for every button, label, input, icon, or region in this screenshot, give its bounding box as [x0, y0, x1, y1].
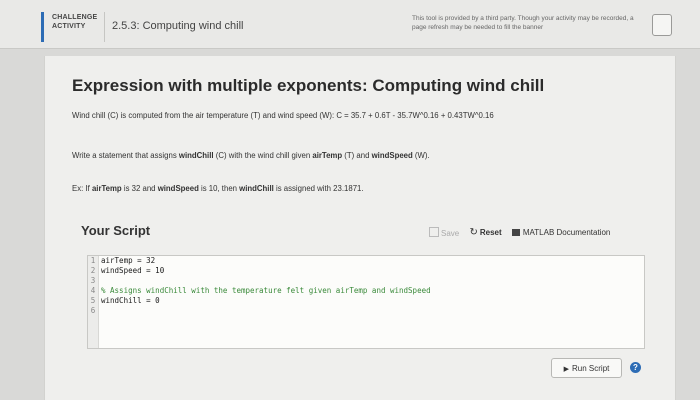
var-windspeed: windSpeed — [371, 151, 413, 160]
book-icon — [511, 229, 520, 236]
script-toolbar: Save ↻ Reset MATLAB Documentation — [421, 227, 610, 238]
code-line[interactable]: 5 windChill = 0 — [88, 296, 644, 306]
instruction-part: (W). — [412, 151, 430, 160]
activity-card: Expression with multiple exponents: Comp… — [44, 56, 676, 400]
completion-checkbox[interactable] — [652, 14, 672, 36]
play-icon: ▶ — [563, 366, 570, 373]
code-comment[interactable]: % Assigns windChill with the temperature… — [98, 286, 431, 296]
save-label: Save — [441, 229, 460, 238]
example-part: Ex: If — [72, 184, 92, 193]
code-line[interactable]: 2 windSpeed = 10 — [88, 266, 644, 276]
line-number: 6 — [90, 306, 96, 315]
challenge-activity-label: CHALLENGE ACTIVITY — [52, 13, 100, 31]
code-text[interactable]: windSpeed = 10 — [98, 266, 164, 276]
var-airtemp: airTemp — [91, 184, 122, 193]
line-number: 2 — [90, 266, 96, 275]
var-windchill: windChill — [239, 184, 274, 193]
example-part: is assigned with 23.1871. — [273, 184, 364, 193]
run-label: Run Script — [572, 364, 610, 373]
code-line[interactable]: 6 — [88, 306, 644, 316]
instruction-part: (T) and — [342, 151, 372, 160]
label-line-2: ACTIVITY — [52, 23, 86, 30]
save-button[interactable]: Save — [429, 227, 459, 238]
var-airtemp: airTemp — [312, 151, 343, 160]
line-number: 5 — [90, 296, 96, 305]
docs-label: MATLAB Documentation — [522, 228, 611, 237]
reset-label: Reset — [479, 228, 502, 237]
activity-header: CHALLENGE ACTIVITY 2.5.3: Computing wind… — [0, 0, 700, 49]
var-windchill: windChill — [178, 151, 214, 160]
code-line[interactable]: 4% Assigns windChill with the temperatur… — [88, 286, 644, 296]
instruction-part: (C) with the wind chill given — [213, 151, 313, 160]
run-script-button[interactable]: ▶ Run Script — [551, 358, 622, 378]
header-accent-bar — [41, 12, 44, 42]
line-number: 3 — [90, 276, 96, 285]
matlab-documentation-link[interactable]: MATLAB Documentation — [511, 228, 611, 237]
instruction-part: Write a statement that assigns — [72, 151, 179, 160]
activity-title: 2.5.3: Computing wind chill — [112, 20, 244, 32]
reset-icon: ↻ — [469, 227, 478, 238]
example-part: is 10, then — [198, 184, 240, 193]
example-part: is 32 and — [121, 184, 158, 193]
code-line[interactable]: 3 — [88, 276, 644, 286]
line-number: 1 — [90, 256, 96, 265]
code-editor[interactable]: 1 airTemp = 32 2 windSpeed = 10 3 4% Assig… — [87, 255, 645, 349]
label-line-1: CHALLENGE — [52, 14, 98, 21]
problem-title: Expression with multiple exponents: Comp… — [72, 76, 545, 95]
save-icon — [429, 227, 439, 237]
formula-description: Wind chill (C) is computed from the air … — [72, 111, 494, 120]
reset-button[interactable]: ↻ Reset — [469, 227, 501, 238]
line-number: 4 — [90, 286, 96, 295]
help-icon[interactable]: ? — [630, 362, 641, 373]
code-text[interactable]: windChill = 0 — [98, 296, 160, 306]
var-windspeed: windSpeed — [157, 184, 199, 193]
script-heading: Your Script — [81, 223, 151, 238]
third-party-notice: This tool is provided by a third party. … — [412, 15, 634, 31]
instruction-text: Write a statement that assigns windChill… — [72, 151, 430, 160]
example-text: Ex: If airTemp is 32 and windSpeed is 10… — [72, 184, 364, 193]
header-divider — [104, 12, 105, 42]
code-line[interactable]: 1 airTemp = 32 — [88, 256, 644, 266]
code-text[interactable]: airTemp = 32 — [98, 256, 155, 266]
